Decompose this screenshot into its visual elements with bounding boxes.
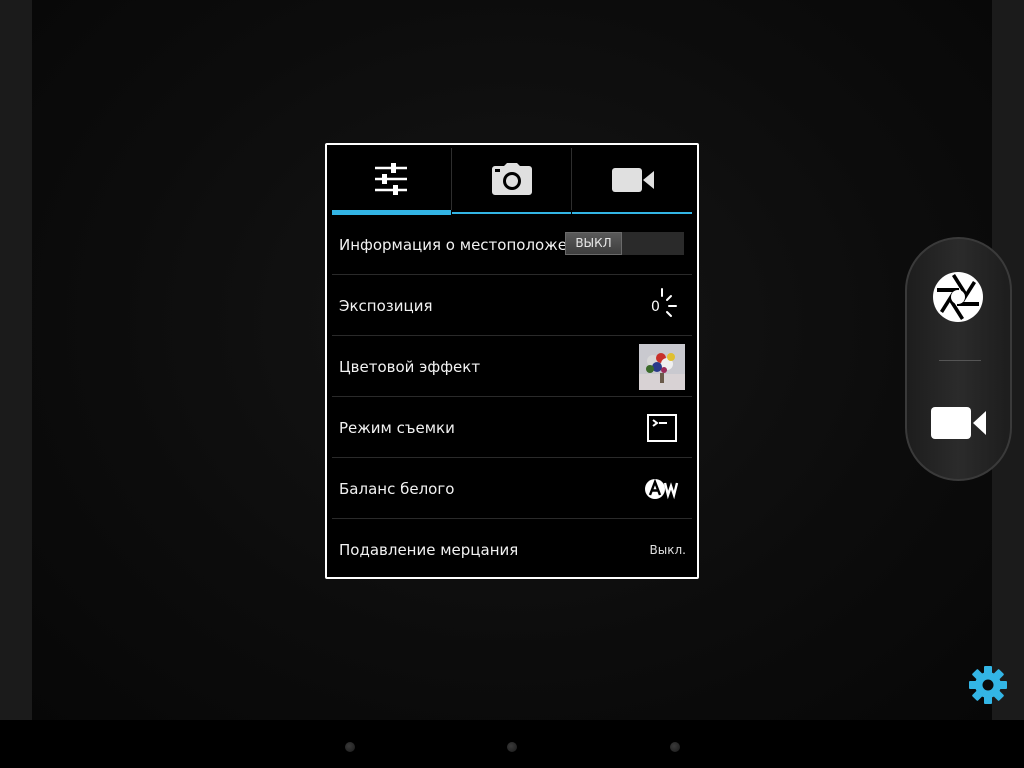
sliders-icon	[375, 163, 407, 195]
setting-label: Информация о местоположении	[339, 236, 579, 254]
tab-general-settings[interactable]	[332, 148, 451, 215]
scene-mode-icon	[647, 414, 677, 442]
setting-row-color-effect[interactable]: Цветовой эффект	[332, 337, 692, 397]
setting-row-scene-mode[interactable]: Режим съемки	[332, 398, 692, 458]
setting-row-location-info[interactable]: Информация о местоположении ВЫКЛ	[332, 215, 692, 275]
nav-recents-button[interactable]	[670, 742, 680, 752]
tab-video-settings[interactable]	[572, 148, 692, 214]
setting-label: Баланс белого	[339, 480, 455, 498]
flowers-thumbnail	[639, 344, 685, 390]
tab-indicator	[572, 212, 692, 214]
video-camera-icon[interactable]	[931, 407, 987, 439]
location-toggle[interactable]: ВЫКЛ	[565, 232, 684, 255]
nav-back-button[interactable]	[345, 742, 355, 752]
shutter-icon[interactable]	[932, 271, 984, 323]
nav-home-button[interactable]	[507, 742, 517, 752]
anti-flicker-value: Выкл.	[649, 543, 686, 557]
tab-photo-settings[interactable]	[452, 148, 571, 214]
setting-label: Режим съемки	[339, 419, 455, 437]
mode-switcher	[905, 237, 1012, 481]
tab-indicator	[452, 212, 571, 214]
settings-popup: Информация о местоположении ВЫКЛ Экспози…	[325, 143, 699, 579]
exposure-value: 0	[651, 299, 660, 315]
auto-white-balance-icon	[645, 478, 679, 500]
camera-icon	[492, 163, 532, 195]
setting-label: Цветовой эффект	[339, 358, 481, 376]
setting-label: Экспозиция	[339, 297, 433, 315]
setting-row-exposure[interactable]: Экспозиция 0	[332, 276, 692, 336]
settings-tab-strip	[332, 148, 692, 215]
exposure-icon: 0	[649, 288, 685, 322]
setting-label: Подавление мерцания	[339, 541, 519, 559]
setting-row-anti-flicker[interactable]: Подавление мерцания Выкл.	[332, 520, 692, 580]
toggle-thumb-off: ВЫКЛ	[565, 232, 622, 255]
video-camera-icon	[612, 168, 654, 192]
setting-row-white-balance[interactable]: Баланс белого	[332, 459, 692, 519]
mode-divider	[939, 360, 981, 361]
gear-icon[interactable]	[968, 665, 1008, 705]
